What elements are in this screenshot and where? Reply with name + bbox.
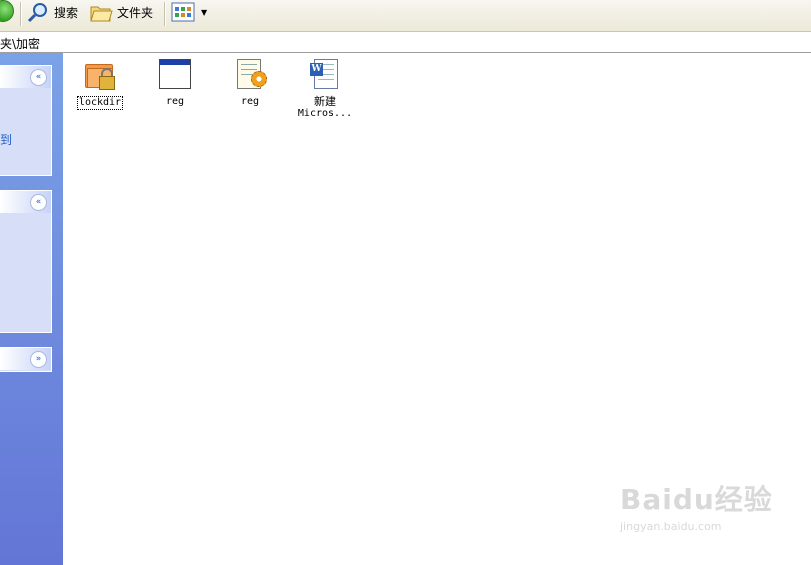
collapse-chevron-icon[interactable]: « [30, 69, 47, 86]
file-item[interactable]: reg [145, 58, 205, 108]
word-document-icon: W [308, 58, 342, 92]
toolbar-separator [20, 2, 22, 26]
folders-label: 文件夹 [117, 5, 154, 20]
file-item[interactable]: reg [220, 58, 280, 108]
search-icon [27, 3, 47, 23]
file-name: reg [240, 96, 260, 107]
watermark: Baidu经验 jingyan.baidu.com [620, 478, 773, 533]
task-panel-1: « 到 [0, 65, 52, 176]
registry-file-icon [233, 58, 267, 92]
locked-folder-icon [83, 58, 117, 92]
views-button[interactable]: ▼ [171, 0, 207, 24]
views-icon [171, 2, 195, 22]
folders-button[interactable]: 文件夹 [89, 0, 153, 24]
file-item[interactable]: lockdir [70, 58, 130, 110]
panel-link[interactable]: 到 [0, 131, 12, 148]
task-pane: « 到 « » [0, 53, 63, 565]
toolbar-separator [164, 2, 166, 26]
address-path: 夹\加密 [0, 37, 41, 51]
search-label: 搜索 [54, 5, 79, 20]
toolbar: 搜索 文件夹 ▼ [0, 0, 811, 32]
expand-chevron-icon[interactable]: » [30, 351, 47, 368]
file-name: reg [165, 96, 185, 107]
search-button[interactable]: 搜索 [26, 0, 78, 24]
panel-header[interactable]: « [0, 191, 51, 213]
watermark-url: jingyan.baidu.com [620, 520, 722, 533]
address-bar[interactable]: 夹\加密 [0, 32, 811, 53]
file-name-line2: Micros... [297, 108, 353, 119]
panel-header[interactable]: « [0, 66, 51, 88]
collapse-chevron-icon[interactable]: « [30, 194, 47, 211]
application-window-icon [158, 58, 192, 92]
file-name: lockdir [76, 96, 124, 110]
file-item[interactable]: W 新建 Micros... [295, 58, 355, 120]
panel-header[interactable]: » [0, 348, 51, 370]
chevron-down-icon: ▼ [201, 7, 208, 17]
task-panel-2: « [0, 190, 52, 333]
folders-icon [90, 6, 113, 22]
task-panel-3: » [0, 347, 52, 372]
watermark-brand: Baidu经验 [620, 483, 773, 516]
back-arrow-icon [0, 0, 14, 22]
file-name: 新建 [314, 95, 336, 108]
